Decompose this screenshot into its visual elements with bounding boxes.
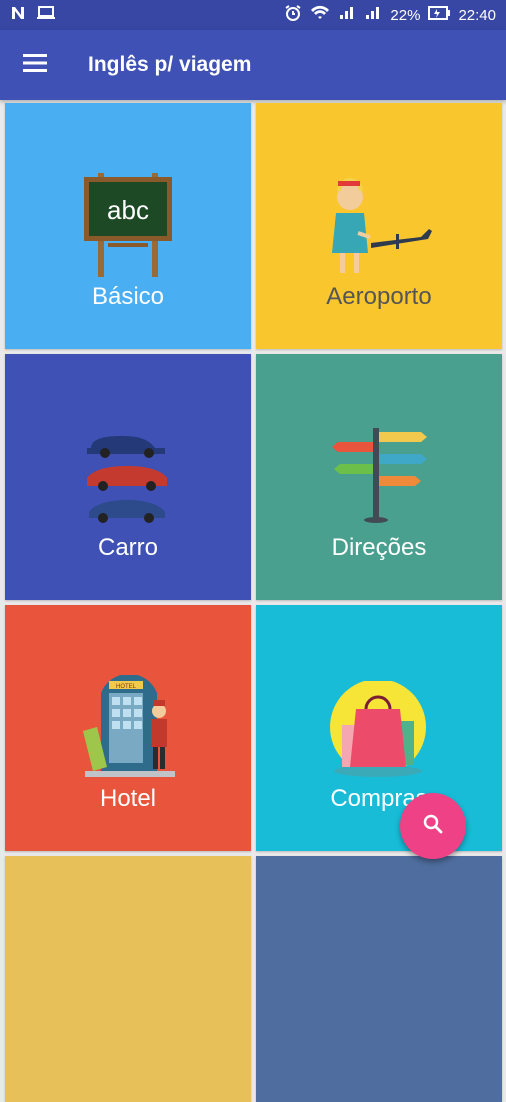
signal-2-icon — [364, 5, 382, 25]
chalkboard-icon: abc — [78, 163, 178, 283]
clock-time: 22:40 — [458, 6, 496, 24]
tile-label: Carro — [97, 534, 158, 561]
tile-label: Compras — [330, 785, 428, 812]
shopping-bags-icon — [328, 679, 428, 781]
hotel-sign-text: HOTEL — [116, 684, 137, 690]
cars-icon — [83, 426, 173, 526]
signpost-icon — [332, 428, 432, 528]
app-title: Inglês p/ viagem — [88, 53, 252, 76]
tile-basico[interactable]: abc Básico — [5, 103, 251, 349]
tile-partial-right[interactable] — [256, 856, 502, 1102]
tile-direcoes[interactable]: Direções — [256, 354, 502, 600]
chalkboard-text: abc — [107, 195, 149, 225]
signal-icon — [338, 5, 356, 25]
search-fab[interactable] — [400, 793, 466, 859]
laptop-icon — [36, 5, 56, 26]
flight-attendant-airplane-icon — [326, 173, 436, 283]
alarm-icon — [284, 4, 302, 26]
status-bar: 22% 22:40 — [0, 0, 506, 30]
battery-percent: 22% — [390, 6, 421, 24]
tile-compras[interactable]: Compras — [256, 605, 502, 851]
category-grid: abc Básico Aeroporto Carro Direções HOTE… — [0, 100, 506, 1102]
battery-charging-icon — [428, 6, 451, 24]
tile-partial-left[interactable] — [5, 856, 251, 1102]
tile-carro[interactable]: Carro — [5, 354, 251, 600]
tile-hotel[interactable]: HOTEL Hotel — [5, 605, 251, 851]
tile-label: Aeroporto — [326, 283, 432, 310]
hotel-bellboy-icon: HOTEL — [79, 673, 179, 785]
tile-aeroporto[interactable]: Aeroporto — [256, 103, 502, 349]
search-icon — [421, 812, 445, 841]
notification-n-icon — [10, 5, 26, 26]
tile-label: Direções — [331, 534, 427, 561]
app-bar: Inglês p/ viagem — [0, 30, 506, 100]
tile-label: Hotel — [99, 785, 157, 812]
wifi-icon — [310, 5, 330, 25]
menu-button[interactable] — [0, 30, 70, 100]
tile-label: Básico — [91, 283, 165, 310]
hamburger-icon — [23, 53, 47, 77]
